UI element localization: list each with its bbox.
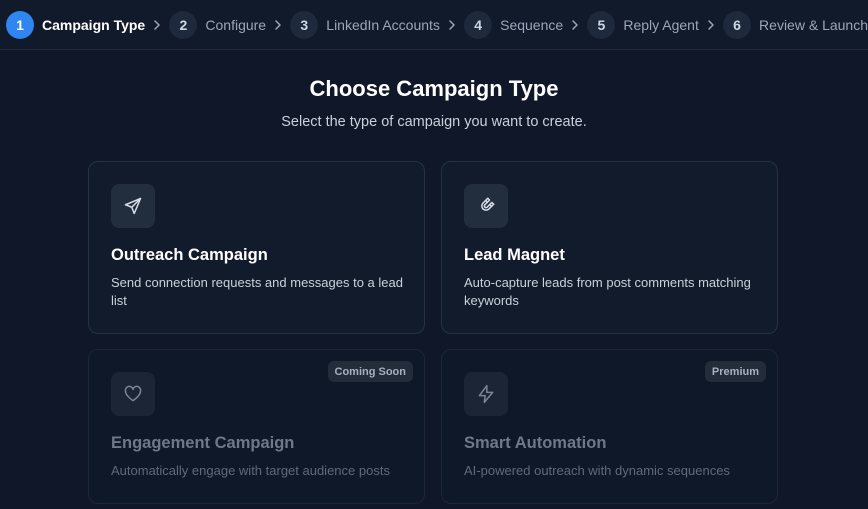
card-title: Lead Magnet: [464, 246, 565, 264]
step-label: Configure: [205, 16, 267, 33]
card-smart-automation: Premium Smart Automation AI-powered outr…: [441, 349, 778, 504]
chevron-right-icon: [149, 10, 165, 40]
card-description: Send connection requests and messages to…: [111, 275, 403, 308]
card-description: Auto-capture leads from post comments ma…: [464, 275, 751, 308]
step-label: Review & Launch: [759, 16, 868, 33]
step-number: 4: [464, 10, 493, 39]
step-number: 6: [723, 10, 752, 39]
step-linkedin-accounts[interactable]: 3 LinkedIn Accounts: [290, 10, 440, 40]
card-description: AI-powered outreach with dynamic sequenc…: [464, 463, 730, 478]
coming-soon-badge: Coming Soon: [327, 361, 413, 382]
step-campaign-type[interactable]: 1 Campaign Type: [6, 10, 145, 40]
step-reply-agent[interactable]: 5 Reply Agent: [587, 10, 699, 40]
heart-icon: [111, 372, 155, 416]
step-label: Sequence: [500, 16, 564, 33]
chevron-right-icon: [567, 10, 583, 40]
step-review-launch[interactable]: 6 Review & Launch: [723, 10, 868, 40]
premium-badge: Premium: [704, 361, 766, 382]
card-title: Outreach Campaign: [111, 246, 268, 264]
card-title: Smart Automation: [464, 434, 607, 452]
chevron-right-icon: [270, 10, 286, 40]
step-number: 3: [290, 10, 319, 39]
chevron-right-icon: [444, 10, 460, 40]
page-subtitle: Select the type of campaign you want to …: [281, 114, 587, 130]
step-number: 1: [6, 10, 34, 39]
step-number: 2: [169, 10, 198, 39]
send-icon: [111, 184, 155, 228]
card-outreach-campaign[interactable]: Outreach Campaign Send connection reques…: [88, 161, 425, 334]
page-title: Choose Campaign Type: [309, 76, 559, 101]
chevron-right-icon: [703, 10, 719, 40]
lightning-icon: [464, 372, 508, 416]
wizard-stepper: 1 Campaign Type 2 Configure 3 LinkedIn A…: [0, 0, 868, 50]
step-configure[interactable]: 2 Configure: [169, 10, 266, 40]
magnet-icon: [464, 184, 508, 228]
step-label: Reply Agent: [623, 16, 699, 33]
step-sequence[interactable]: 4 Sequence: [464, 10, 563, 40]
card-engagement-campaign: Coming Soon Engagement Campaign Automati…: [88, 349, 425, 504]
step-number: 5: [587, 10, 616, 39]
step-label: LinkedIn Accounts: [326, 16, 440, 33]
card-lead-magnet[interactable]: Lead Magnet Auto-capture leads from post…: [441, 161, 778, 334]
step-label: Campaign Type: [42, 16, 146, 33]
card-description: Automatically engage with target audienc…: [111, 463, 390, 478]
card-title: Engagement Campaign: [111, 434, 295, 452]
